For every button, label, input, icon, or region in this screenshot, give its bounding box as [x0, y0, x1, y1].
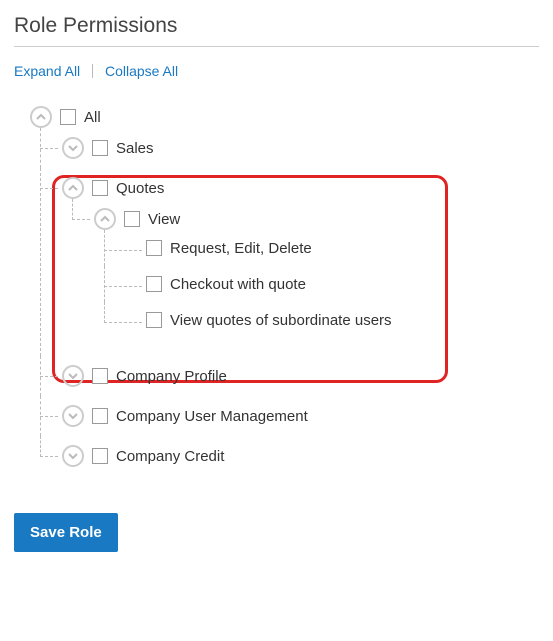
tree-label: Company Profile: [116, 367, 227, 385]
save-role-button[interactable]: Save Role: [14, 513, 118, 552]
checkbox-sales[interactable]: [92, 140, 108, 156]
checkbox-all[interactable]: [60, 109, 76, 125]
collapse-all-link[interactable]: Collapse All: [105, 63, 178, 79]
checkbox-quotes[interactable]: [92, 180, 108, 196]
checkbox-company-profile[interactable]: [92, 368, 108, 384]
tree-label: View quotes of subordinate users: [170, 311, 392, 329]
tree-label: All: [84, 108, 101, 126]
checkbox-view[interactable]: [124, 211, 140, 227]
permissions-tree: All Sales: [14, 97, 539, 485]
chevron-down-icon[interactable]: [62, 405, 84, 427]
chevron-down-icon[interactable]: [62, 365, 84, 387]
page-title: Role Permissions: [14, 14, 539, 38]
expand-all-link[interactable]: Expand All: [14, 63, 80, 79]
chevron-up-icon[interactable]: [94, 208, 116, 230]
tree-label: Request, Edit, Delete: [170, 239, 312, 257]
tree-label: Company Credit: [116, 447, 224, 465]
checkbox-view-subordinate[interactable]: [146, 312, 162, 328]
chevron-down-icon[interactable]: [62, 445, 84, 467]
tree-label: Checkout with quote: [170, 275, 306, 293]
tree-actions: Expand All Collapse All: [14, 63, 539, 79]
tree-label: Quotes: [116, 179, 164, 197]
tree-label: Sales: [116, 139, 154, 157]
chevron-up-icon[interactable]: [30, 106, 52, 128]
divider: [14, 46, 539, 47]
checkbox-user-management[interactable]: [92, 408, 108, 424]
tree-label: View: [148, 210, 180, 228]
checkbox-company-credit[interactable]: [92, 448, 108, 464]
checkbox-request-edit-delete[interactable]: [146, 240, 162, 256]
separator: [92, 64, 93, 78]
tree-label: Company User Management: [116, 407, 308, 425]
chevron-up-icon[interactable]: [62, 177, 84, 199]
chevron-down-icon[interactable]: [62, 137, 84, 159]
checkbox-checkout-quote[interactable]: [146, 276, 162, 292]
